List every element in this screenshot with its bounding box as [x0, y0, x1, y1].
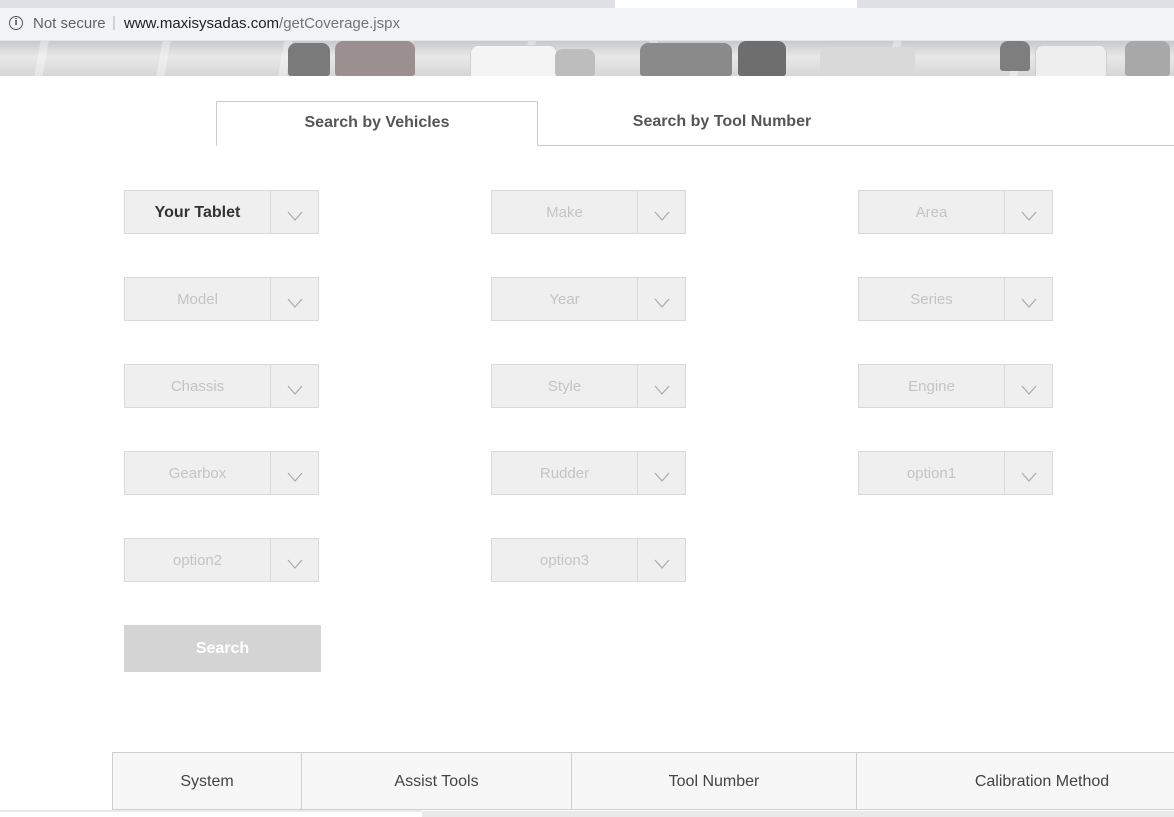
url-host: www.maxisysadas.com	[124, 15, 280, 32]
select-option1[interactable]: option1	[858, 451, 1053, 495]
info-icon[interactable]: i	[9, 16, 23, 30]
select-engine[interactable]: Engine	[858, 364, 1053, 408]
chevron-down-icon[interactable]	[1005, 191, 1052, 233]
address-separator: |	[112, 14, 116, 31]
tab-search-by-vehicles[interactable]: Search by Vehicles	[216, 101, 538, 146]
chevron-down-icon[interactable]	[638, 452, 685, 494]
select-label: Series	[859, 278, 1005, 320]
select-option3[interactable]: option3	[491, 538, 686, 582]
select-label: option2	[125, 539, 271, 581]
column-header-system: System	[113, 753, 302, 809]
select-chassis[interactable]: Chassis	[124, 364, 319, 408]
select-rudder[interactable]: Rudder	[491, 451, 686, 495]
chevron-down-icon[interactable]	[638, 191, 685, 233]
select-option2[interactable]: option2	[124, 538, 319, 582]
results-table-header: System Assist Tools Tool Number Calibrat…	[112, 752, 1174, 810]
horizontal-scrollbar-track[interactable]	[0, 810, 422, 812]
search-mode-tabs: Search by Vehicles Search by Tool Number	[216, 101, 1174, 146]
select-label: Chassis	[125, 365, 271, 407]
select-label: Your Tablet	[125, 191, 271, 233]
url-path: /getCoverage.jspx	[279, 15, 400, 32]
select-label: Style	[492, 365, 638, 407]
chevron-down-icon[interactable]	[271, 365, 318, 407]
chevron-down-icon[interactable]	[271, 191, 318, 233]
browser-tab-active[interactable]	[615, 0, 857, 8]
column-header-assist-tools: Assist Tools	[302, 753, 572, 809]
not-secure-label[interactable]: Not secure	[33, 15, 106, 32]
chevron-down-icon[interactable]	[271, 539, 318, 581]
select-label: Area	[859, 191, 1005, 233]
column-header-tool-number: Tool Number	[572, 753, 857, 809]
select-label: Rudder	[492, 452, 638, 494]
select-style[interactable]: Style	[491, 364, 686, 408]
select-label: Model	[125, 278, 271, 320]
tab-search-by-tool-number[interactable]: Search by Tool Number	[538, 101, 906, 145]
url-text[interactable]: www.maxisysadas.com/getCoverage.jspx	[124, 15, 400, 32]
chevron-down-icon[interactable]	[1005, 278, 1052, 320]
select-label: option3	[492, 539, 638, 581]
select-gearbox[interactable]: Gearbox	[124, 451, 319, 495]
chevron-down-icon[interactable]	[638, 365, 685, 407]
select-label: Engine	[859, 365, 1005, 407]
select-label: Year	[492, 278, 638, 320]
browser-tab-inactive[interactable]	[0, 0, 615, 6]
select-area[interactable]: Area	[858, 190, 1053, 234]
chevron-down-icon[interactable]	[271, 278, 318, 320]
select-make[interactable]: Make	[491, 190, 686, 234]
address-bar[interactable]: i Not secure | www.maxisysadas.com/getCo…	[0, 8, 1174, 41]
select-model[interactable]: Model	[124, 277, 319, 321]
select-label: Gearbox	[125, 452, 271, 494]
search-button[interactable]: Search	[124, 625, 321, 672]
select-year[interactable]: Year	[491, 277, 686, 321]
column-header-calibration-method: Calibration Method	[974, 773, 1110, 790]
traffic-banner-image	[0, 41, 1174, 76]
chevron-down-icon[interactable]	[638, 278, 685, 320]
divider	[422, 811, 1174, 817]
select-label: option1	[859, 452, 1005, 494]
select-label: Make	[492, 191, 638, 233]
chevron-down-icon[interactable]	[638, 539, 685, 581]
select-your-tablet[interactable]: Your Tablet	[124, 190, 319, 234]
browser-tabstrip	[0, 0, 1174, 8]
chevron-down-icon[interactable]	[1005, 452, 1052, 494]
chevron-down-icon[interactable]	[271, 452, 318, 494]
select-series[interactable]: Series	[858, 277, 1053, 321]
chevron-down-icon[interactable]	[1005, 365, 1052, 407]
